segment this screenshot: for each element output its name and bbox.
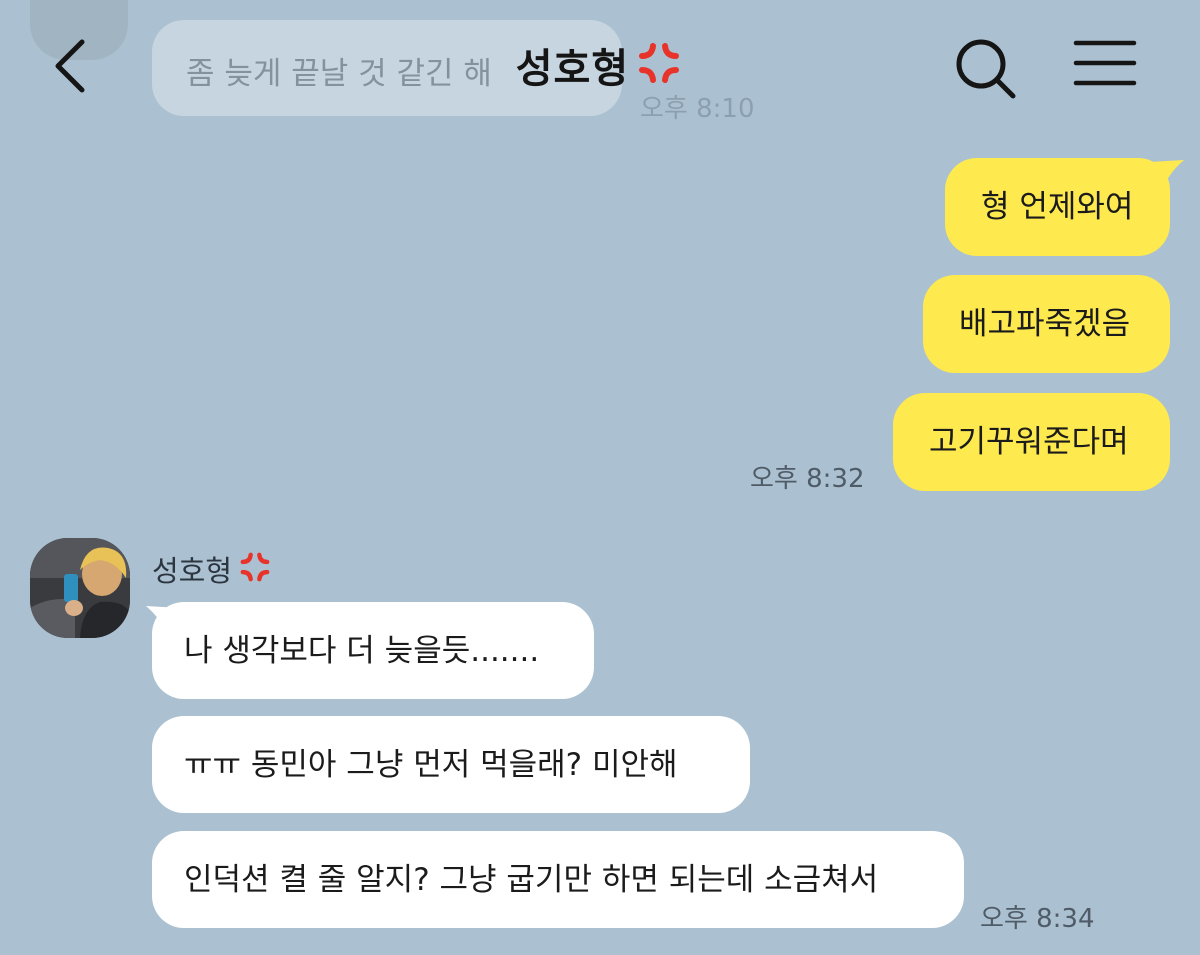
message-text: 인덕션 켤 줄 알지? 그냥 굽기만 하면 되는데 소금쳐서 (184, 862, 879, 898)
menu-icon[interactable] (1072, 38, 1138, 88)
message-text: 나 생각보다 더 늦을듯....... (184, 633, 540, 669)
their-message-bubble[interactable]: 인덕션 켤 줄 알지? 그냥 굽기만 하면 되는데 소금쳐서 (152, 831, 964, 928)
anger-symbol-icon (237, 549, 273, 589)
my-message-time: 오후 8:32 (750, 464, 865, 494)
avatar[interactable] (30, 538, 130, 638)
chat-title: 성호형 (515, 46, 630, 92)
search-icon[interactable] (950, 34, 1022, 106)
my-message-bubble[interactable]: 배고파죽겠음 (923, 275, 1170, 373)
sender-name-row: 성호형 (152, 548, 273, 590)
my-message-bubble[interactable]: 고기꾸워준다며 (893, 393, 1170, 491)
sender-name: 성호형 (152, 554, 233, 588)
message-text: 배고파죽겠음 (959, 306, 1131, 342)
anger-symbol-icon (634, 38, 684, 92)
their-message-time: 오후 8:34 (980, 904, 1095, 934)
message-text: 형 언제와여 (981, 189, 1134, 225)
message-text: 고기꾸워준다며 (929, 424, 1129, 460)
their-message-bubble[interactable]: ㅠㅠ 동민아 그냥 먼저 먹을래? 미안해 (152, 716, 750, 813)
their-message-bubble[interactable]: 나 생각보다 더 늦을듯....... (152, 602, 594, 699)
message-text: ㅠㅠ 동민아 그냥 먼저 먹을래? 미안해 (184, 747, 678, 783)
my-message-bubble[interactable]: 형 언제와여 (945, 158, 1170, 256)
